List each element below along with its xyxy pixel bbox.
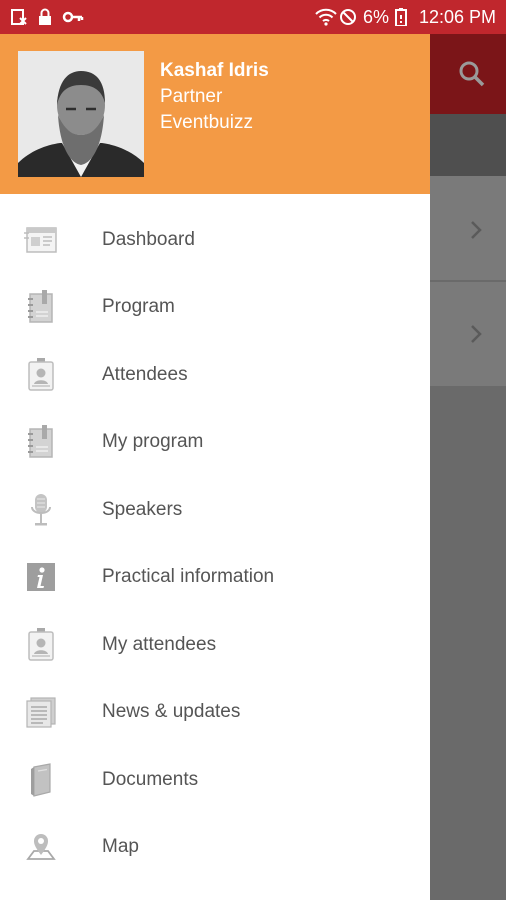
- menu-item-program[interactable]: Program: [0, 274, 430, 342]
- menu-item-my-program[interactable]: My program: [0, 409, 430, 477]
- dashboard-icon: [24, 223, 58, 257]
- menu-item-map[interactable]: Map: [0, 814, 430, 882]
- my-program-icon: [24, 425, 58, 459]
- menu-item-documents[interactable]: Documents: [0, 746, 430, 814]
- profile-name: Kashaf Idris: [160, 60, 269, 81]
- key-icon: [62, 8, 84, 26]
- document-icon: [24, 763, 58, 797]
- avatar[interactable]: [18, 51, 144, 177]
- do-not-disturb-icon: [339, 8, 357, 26]
- program-icon: [24, 290, 58, 324]
- navigation-drawer: Kashaf Idris Partner Eventbuizz Dashboar…: [0, 34, 430, 900]
- microphone-icon: [24, 493, 58, 527]
- attendee-badge-icon: [24, 357, 58, 392]
- menu-label: Speakers: [102, 498, 183, 520]
- menu-item-attendees[interactable]: Attendees: [0, 341, 430, 409]
- menu-item-news-updates[interactable]: News & updates: [0, 679, 430, 747]
- menu-item-speakers[interactable]: Speakers: [0, 476, 430, 544]
- menu-item-practical-information[interactable]: Practical information: [0, 544, 430, 612]
- menu-label: Map: [102, 836, 139, 858]
- chevron-right-icon: [466, 218, 486, 242]
- status-bar: 6% 12:06 PM: [0, 0, 506, 34]
- menu-item-dashboard[interactable]: Dashboard: [0, 206, 430, 274]
- menu-label: Program: [102, 296, 175, 318]
- menu-label: Attendees: [102, 363, 188, 385]
- map-pin-icon: [24, 830, 58, 864]
- profile-role: Partner: [160, 86, 223, 107]
- profile-info: Kashaf Idris Partner Eventbuizz: [160, 58, 269, 136]
- battery-icon: [394, 8, 413, 27]
- lock-icon: [36, 8, 54, 26]
- menu-label: My program: [102, 431, 204, 453]
- profile-company: Eventbuizz: [160, 112, 253, 133]
- menu-label: My attendees: [102, 633, 217, 655]
- menu-label: Practical information: [102, 566, 275, 588]
- drawer-menu: Dashboard Program Attendees My program S…: [0, 206, 430, 881]
- menu-label: News & updates: [102, 701, 241, 723]
- info-icon: [24, 560, 58, 594]
- drawer-header: Kashaf Idris Partner Eventbuizz: [0, 34, 430, 194]
- prescription-icon: [10, 8, 28, 26]
- menu-item-my-attendees[interactable]: My attendees: [0, 611, 430, 679]
- wifi-icon: [315, 8, 337, 26]
- my-attendees-icon: [24, 627, 58, 662]
- menu-label: Dashboard: [102, 228, 195, 250]
- chevron-right-icon: [466, 322, 486, 346]
- menu-label: Documents: [102, 768, 199, 790]
- search-icon[interactable]: [456, 58, 488, 90]
- tab-bar: [430, 114, 506, 176]
- news-icon: [24, 695, 58, 729]
- content-area: [430, 386, 506, 900]
- battery-percent: 6%: [362, 6, 389, 27]
- clock: 12:06 PM: [418, 6, 496, 27]
